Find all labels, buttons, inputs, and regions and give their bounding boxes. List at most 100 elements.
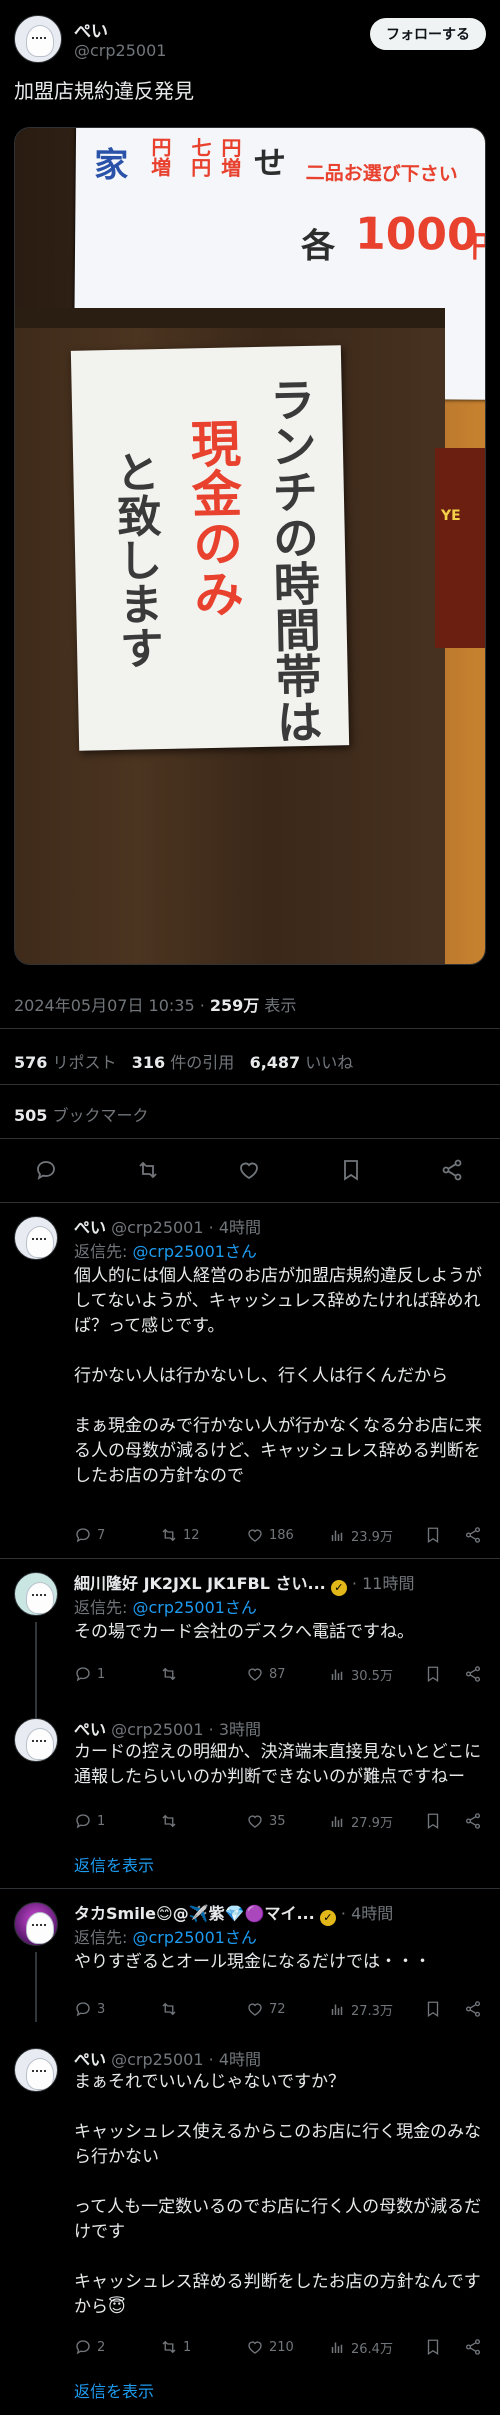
- share-icon[interactable]: [440, 1158, 464, 1182]
- repost-icon[interactable]: [136, 1158, 160, 1182]
- reply-author-handle[interactable]: @crp25001: [111, 1218, 203, 1237]
- reply-item[interactable]: ぺい @crp25001 · 3時間 カードの控えの明細か、決済端末直接見ないと…: [0, 1706, 500, 1888]
- reply-to-handle[interactable]: @crp25001さん: [133, 1928, 257, 1947]
- reply-time[interactable]: 4時間: [219, 2050, 261, 2069]
- repost-button[interactable]: [160, 1810, 183, 1832]
- reply-avatar[interactable]: [14, 1216, 58, 1260]
- bookmark-icon: [427, 1666, 439, 1683]
- reply-button[interactable]: 1: [74, 1810, 105, 1832]
- repost-button[interactable]: 1: [160, 2336, 191, 2358]
- author-handle[interactable]: @crp25001: [74, 41, 166, 60]
- views-button[interactable]: 30.5万: [328, 1663, 393, 1685]
- show-replies-link[interactable]: 返信を表示: [74, 1852, 154, 1876]
- reply-to-handle[interactable]: @crp25001さん: [133, 1598, 257, 1617]
- reply-author-name[interactable]: ぺい: [74, 1218, 106, 1237]
- like-icon[interactable]: [237, 1158, 261, 1182]
- bookmark-icon: [427, 2339, 439, 2356]
- post-header: ぺい @crp25001 フォローする: [14, 13, 486, 63]
- share-button[interactable]: [464, 1998, 482, 2020]
- repost-button[interactable]: [160, 1998, 183, 2020]
- show-replies-link[interactable]: 返信を表示: [74, 2378, 154, 2402]
- bookmarks-stat[interactable]: 505 ブックマーク: [14, 1102, 149, 1126]
- like-button[interactable]: 210: [246, 2336, 294, 2358]
- reply-avatar[interactable]: [14, 2048, 58, 2092]
- bookmark-button[interactable]: [424, 1663, 442, 1685]
- reply-item[interactable]: ぺい @crp25001 · 4時間 まぁそれでいいんじゃないですか？ キャッシ…: [0, 2036, 500, 2415]
- post-photo[interactable]: 家 円増 七円 円増 せ 二品お選び下さい 各 1000 円 YE ランチの時間…: [14, 127, 486, 965]
- reply-icon[interactable]: [34, 1158, 58, 1182]
- repost-icon: [162, 1528, 176, 1542]
- views-button[interactable]: 27.3万: [328, 1998, 393, 2020]
- reply-header: タカSmile😊@✈️紫💎🟣マイ... ✓ · 4時間: [74, 1904, 394, 1926]
- reply-item[interactable]: ぺい @crp25001 · 4時間 返信先: @crp25001さん 個人的に…: [0, 1204, 500, 1558]
- like-icon: [248, 2003, 262, 2016]
- sign-text-en-zou-2: 円増: [217, 137, 243, 178]
- likes-stat[interactable]: 6,487 いいね: [250, 1053, 354, 1072]
- sign-text-each: 各: [300, 226, 336, 267]
- like-button[interactable]: 186: [246, 1524, 294, 1546]
- reply-action-bar: 1 87 30.5万: [74, 1663, 486, 1685]
- reply-header: 細川隆好 JK2JXL JK1FBL さい... ✓ · 11時間: [74, 1574, 415, 1596]
- reply-author-name[interactable]: ぺい: [74, 1720, 106, 1739]
- views-icon: [331, 2342, 343, 2353]
- reply-author-handle[interactable]: @crp25001: [111, 2050, 203, 2069]
- views-button[interactable]: 27.9万: [328, 1810, 393, 1832]
- bookmark-button[interactable]: [424, 1524, 442, 1546]
- like-button[interactable]: 72: [246, 1998, 286, 2020]
- reply-author-name[interactable]: 細川隆好 JK2JXL JK1FBL さい...: [74, 1574, 326, 1593]
- sign-text-price: 1000: [354, 208, 478, 261]
- reply-item[interactable]: 細川隆好 JK2JXL JK1FBL さい... ✓ · 11時間 返信先: @…: [0, 1560, 500, 1730]
- bookmark-button[interactable]: [424, 1810, 442, 1832]
- reposts-stat[interactable]: 576 リポスト: [14, 1053, 117, 1072]
- repost-icon: [162, 2340, 176, 2354]
- reply-text: カードの控えの明細か、決済端末直接見ないとどこに通報したらいいのか判断できないの…: [74, 1742, 482, 1787]
- verified-badge-icon: ✓: [330, 1580, 347, 1596]
- share-button[interactable]: [464, 1524, 482, 1546]
- reply-time[interactable]: 3時間: [219, 1720, 261, 1739]
- follow-button[interactable]: フォローする: [370, 18, 486, 50]
- reply-time[interactable]: 4時間: [219, 1218, 261, 1237]
- reply-to: 返信先: @crp25001さん: [74, 1928, 257, 1947]
- reply-author-handle[interactable]: @crp25001: [111, 1720, 203, 1739]
- views-button[interactable]: 23.9万: [328, 1524, 393, 1546]
- reply-action-bar: 3 72 27.3万: [74, 1998, 486, 2020]
- reply-avatar[interactable]: [14, 1572, 58, 1616]
- reply-text: その場でカード会社のデスクへ電話ですね。: [74, 1622, 414, 1642]
- reply-button[interactable]: 3: [74, 1998, 105, 2020]
- like-button[interactable]: 35: [246, 1810, 286, 1832]
- divider: [0, 1202, 500, 1203]
- author-avatar[interactable]: [14, 15, 62, 63]
- reply-button[interactable]: 7: [74, 1524, 105, 1546]
- bookmark-icon[interactable]: [339, 1158, 363, 1182]
- reply-to: 返信先: @crp25001さん: [74, 1598, 257, 1617]
- share-button[interactable]: [464, 2336, 482, 2358]
- reply-avatar[interactable]: [14, 1902, 58, 1946]
- share-button[interactable]: [464, 1810, 482, 1832]
- reply-author-name[interactable]: ぺい: [74, 2050, 106, 2069]
- repost-button[interactable]: [160, 1663, 183, 1685]
- like-icon: [248, 1529, 262, 1542]
- post-datetime[interactable]: 2024年05月07日 10:35: [14, 996, 195, 1015]
- reply-to-handle[interactable]: @crp25001さん: [133, 1242, 257, 1261]
- reply-item[interactable]: タカSmile😊@✈️紫💎🟣マイ... ✓ · 4時間 返信先: @crp250…: [0, 1890, 500, 2022]
- share-button[interactable]: [464, 1663, 482, 1685]
- reply-icon: [76, 2002, 90, 2017]
- post-action-bar: [14, 1150, 486, 1190]
- reply-time[interactable]: 4時間: [351, 1904, 393, 1923]
- repost-icon: [162, 1814, 176, 1828]
- bookmark-button[interactable]: [424, 2336, 442, 2358]
- author-name[interactable]: ぺい: [74, 17, 108, 42]
- like-button[interactable]: 87: [246, 1663, 286, 1685]
- repost-button[interactable]: 12: [160, 1524, 200, 1546]
- reply-action-bar: 1 35 27.9万: [74, 1810, 486, 1832]
- reply-button[interactable]: 1: [74, 1663, 105, 1685]
- bookmark-button[interactable]: [424, 1998, 442, 2020]
- quotes-stat[interactable]: 316 件の引用: [132, 1053, 235, 1072]
- reply-button[interactable]: 2: [74, 2336, 105, 2358]
- divider: [0, 1888, 500, 1889]
- views-button[interactable]: 26.4万: [328, 2336, 393, 2358]
- reply-avatar[interactable]: [14, 1718, 58, 1762]
- reply-action-bar: 7 12 186 23.9万: [74, 1524, 486, 1546]
- reply-author-name[interactable]: タカSmile😊@✈️紫💎🟣マイ...: [74, 1904, 315, 1923]
- reply-time[interactable]: 11時間: [362, 1574, 414, 1593]
